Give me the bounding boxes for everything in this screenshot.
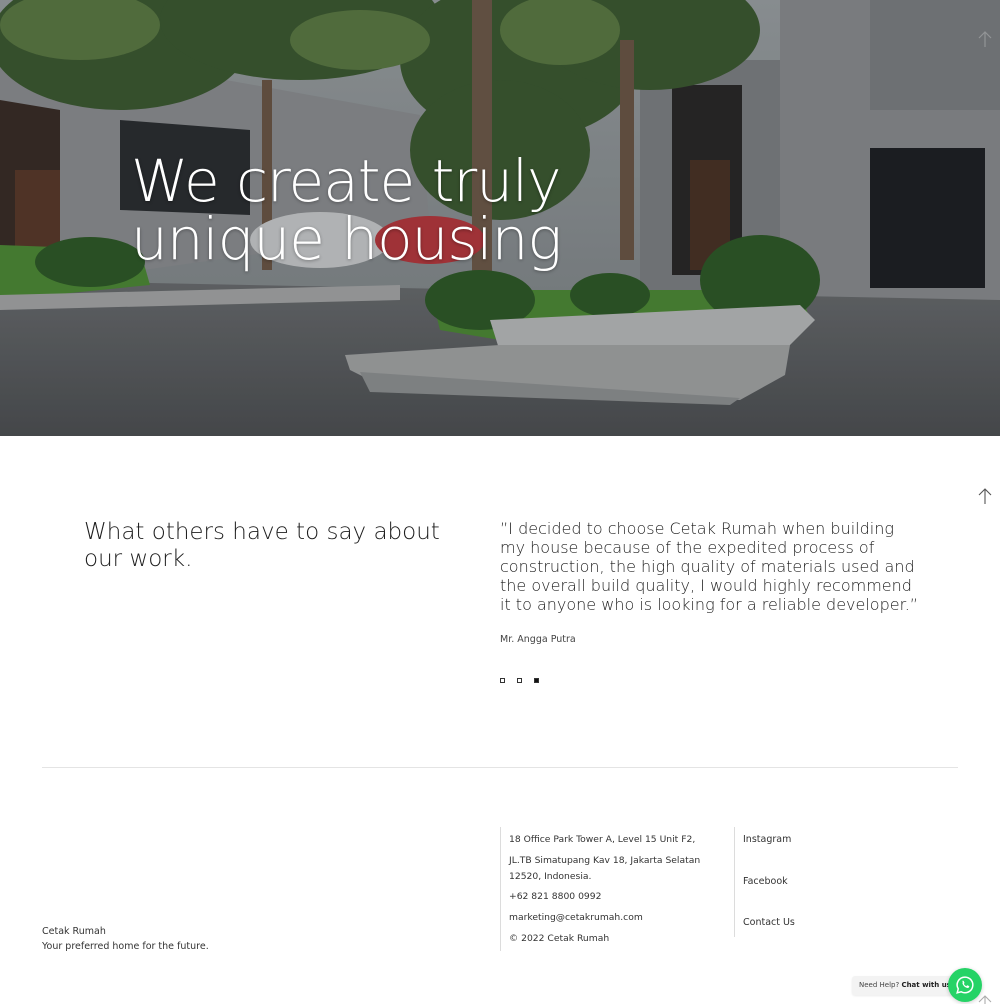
footer-links-column: Instagram Facebook Contact Us [734,827,854,937]
address-line1: 18 Office Park Tower A, Level 15 Unit F2… [509,834,696,845]
link-instagram[interactable]: Instagram [743,834,791,845]
footer-brand-name: Cetak Rumah [42,926,106,937]
whatsapp-help-bubble[interactable]: Need Help? Chat with us [852,976,958,995]
hero-title-line2: unique housing [131,205,562,273]
slider-pagination [500,678,539,683]
testimonial-author: Mr. Angga Putra [500,634,576,645]
hero-title-line1: We create truly [131,147,561,215]
slider-dot-2[interactable] [517,678,522,683]
arrow-up-icon [978,488,992,504]
arrow-up-icon[interactable] [977,30,993,48]
scroll-top-button[interactable] [977,487,993,505]
phone-number[interactable]: +62 821 8800 0992 [509,889,601,905]
footer-tagline: Your preferred home for the future. [42,941,209,952]
arrow-up-icon[interactable] [977,994,993,1004]
slider-dot-1[interactable] [500,678,505,683]
link-contact-us[interactable]: Contact Us [743,917,795,928]
testimonials-heading: What others have to say about our work. [84,519,440,572]
hero-banner: We create truly unique housing [0,0,1000,436]
link-facebook[interactable]: Facebook [743,876,788,887]
whatsapp-icon [956,976,974,994]
hero-title: We create truly unique housing [131,152,651,268]
chat-text: Chat with us [901,981,951,989]
copyright: © 2022 Cetak Rumah [509,933,610,944]
footer-contact-column: 18 Office Park Tower A, Level 15 Unit F2… [500,827,734,951]
slider-dot-3[interactable] [534,678,539,683]
testimonial-quote: ”I decided to choose Cetak Rumah when bu… [500,519,919,614]
email-address[interactable]: marketing@cetakrumah.com [509,910,643,926]
help-text: Need Help? [859,981,900,989]
address-line2: JL.TB Simatupang Kav 18, Jakarta Selatan… [509,855,701,882]
section-divider [42,767,958,768]
